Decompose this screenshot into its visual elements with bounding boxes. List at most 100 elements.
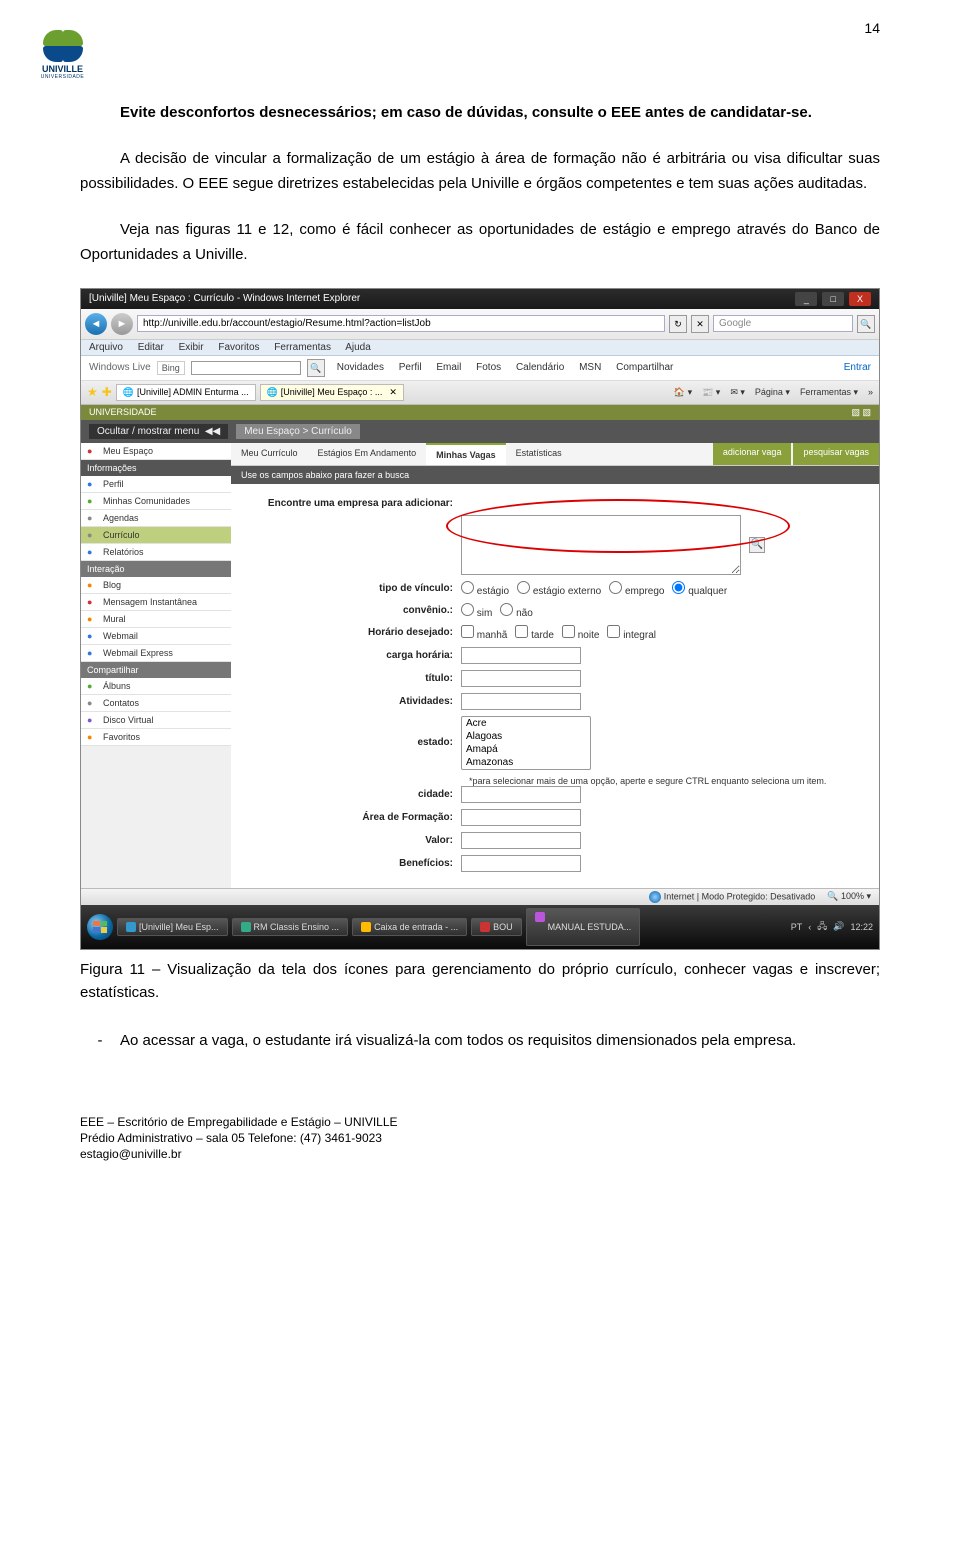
figure-11-caption: Figura 11 – Visualização da tela dos íco… <box>80 958 880 1005</box>
check-manha[interactable]: manhã <box>461 625 507 641</box>
estado-select[interactable]: Acre Alagoas Amapá Amazonas <box>461 716 591 770</box>
menu-exibir[interactable]: Exibir <box>179 342 204 353</box>
tray-chevron-icon[interactable]: ‹ <box>808 922 811 932</box>
sidebar-perfil[interactable]: Perfil <box>81 476 231 493</box>
toolbar-chevron-icon[interactable]: » <box>868 387 873 398</box>
sidebar-mural[interactable]: Mural <box>81 611 231 628</box>
toggle-menu[interactable]: Ocultar / mostrar menu ◀◀ <box>89 424 228 439</box>
adicionar-vaga-button[interactable]: adicionar vaga <box>713 443 792 465</box>
menu-ferramentas[interactable]: Ferramentas <box>274 342 331 353</box>
sidebar-curriculo[interactable]: Currículo <box>81 527 231 544</box>
carga-input[interactable] <box>461 647 581 664</box>
sidebar: Meu Espaço Informações Perfil Minhas Com… <box>81 443 231 888</box>
live-fotos[interactable]: Fotos <box>476 362 501 373</box>
toolbar-feeds-icon[interactable]: 📰 ▾ <box>702 387 720 398</box>
taskbar-btn-3[interactable]: Caixa de entrada - ... <box>352 918 467 936</box>
subtab-estatisticas[interactable]: Estatísticas <box>506 443 572 465</box>
label-titulo: título: <box>261 673 461 684</box>
check-noite[interactable]: noite <box>562 625 599 641</box>
tray-network-icon[interactable]: 🖧 <box>817 919 827 935</box>
minimize-button[interactable]: _ <box>795 292 817 306</box>
bing-label[interactable]: Bing <box>157 361 185 375</box>
label-atividades: Atividades: <box>261 696 461 707</box>
subtab-minhas-vagas[interactable]: Minhas Vagas <box>426 443 506 465</box>
tray-volume-icon[interactable]: 🔊 <box>833 921 844 932</box>
search-go-button[interactable]: 🔍 <box>857 315 875 333</box>
status-zoom[interactable]: 🔍 100% ▾ <box>827 891 871 902</box>
menu-editar[interactable]: Editar <box>138 342 164 353</box>
sidebar-agendas[interactable]: Agendas <box>81 510 231 527</box>
radio-estagio[interactable]: estágio <box>461 581 509 597</box>
live-novidades[interactable]: Novidades <box>337 362 384 373</box>
toolbar-mail-icon[interactable]: ✉ ▾ <box>730 387 745 398</box>
menu-arquivo[interactable]: Arquivo <box>89 342 123 353</box>
radio-qualquer[interactable]: qualquer <box>672 581 727 597</box>
live-compartilhar[interactable]: Compartilhar <box>616 362 673 373</box>
window-buttons[interactable]: _ □ X <box>793 292 871 306</box>
radio-convenio-sim[interactable]: sim <box>461 603 492 619</box>
titulo-input[interactable] <box>461 670 581 687</box>
system-tray[interactable]: PT ‹ 🖧 🔊 12:22 <box>791 919 873 935</box>
sidebar-disco-virtual[interactable]: Disco Virtual <box>81 712 231 729</box>
back-button[interactable]: ◄ <box>85 313 107 335</box>
beneficios-input[interactable] <box>461 855 581 872</box>
footer-line-1: EEE – Escritório de Empregabilidade e Es… <box>80 1114 880 1130</box>
add-favorite-icon[interactable]: ✚ <box>102 385 112 399</box>
stop-button[interactable]: ✕ <box>691 315 709 333</box>
start-button[interactable] <box>87 914 113 940</box>
ie-tab-2[interactable]: 🌐[Univille] Meu Espaço : ...✕ <box>260 384 404 401</box>
sidebar-contatos[interactable]: Contatos <box>81 695 231 712</box>
live-search-input[interactable] <box>191 361 301 375</box>
empresa-input[interactable] <box>461 515 741 575</box>
sidebar-mensagem[interactable]: Mensagem Instantânea <box>81 594 231 611</box>
toolbar-ferramentas[interactable]: Ferramentas ▾ <box>800 387 858 398</box>
valor-input[interactable] <box>461 832 581 849</box>
live-email[interactable]: Email <box>436 362 461 373</box>
check-integral[interactable]: integral <box>607 625 656 641</box>
maximize-button[interactable]: □ <box>822 292 844 306</box>
sidebar-blog[interactable]: Blog <box>81 577 231 594</box>
radio-convenio-nao[interactable]: não <box>500 603 532 619</box>
toolbar-pagina[interactable]: Página ▾ <box>755 387 790 398</box>
sidebar-relatorios[interactable]: Relatórios <box>81 544 231 561</box>
forward-button[interactable]: ► <box>111 313 133 335</box>
url-field[interactable]: http://univille.edu.br/account/estagio/R… <box>137 315 665 332</box>
taskbar-btn-4[interactable]: BOU <box>471 918 522 936</box>
tray-clock[interactable]: 12:22 <box>850 922 873 932</box>
ie-tab-1[interactable]: 🌐[Univille] ADMIN Enturma ... <box>116 384 256 401</box>
taskbar-btn-5[interactable]: MANUAL ESTUDA... <box>526 908 641 946</box>
favorites-icon[interactable]: ★ <box>87 385 98 399</box>
radio-emprego[interactable]: emprego <box>609 581 664 597</box>
search-box[interactable]: Google <box>713 315 853 332</box>
pesquisar-vagas-button[interactable]: pesquisar vagas <box>793 443 879 465</box>
atividades-input[interactable] <box>461 693 581 710</box>
search-empresa-icon[interactable]: 🔍 <box>749 537 765 553</box>
footer-line-3: estagio@univille.br <box>80 1146 880 1162</box>
live-msn[interactable]: MSN <box>579 362 601 373</box>
sidebar-webmail-express[interactable]: Webmail Express <box>81 645 231 662</box>
footer-line-2: Prédio Administrativo – sala 05 Telefone… <box>80 1130 880 1146</box>
taskbar-btn-1[interactable]: [Univille] Meu Esp... <box>117 918 228 936</box>
toolbar-home-icon[interactable]: 🏠 ▾ <box>674 387 692 398</box>
live-entrar[interactable]: Entrar <box>844 362 871 373</box>
live-search-go[interactable]: 🔍 <box>307 359 325 377</box>
radio-estagio-externo[interactable]: estágio externo <box>517 581 601 597</box>
taskbar-btn-2[interactable]: RM Classis Ensino ... <box>232 918 349 936</box>
refresh-button[interactable]: ↻ <box>669 315 687 333</box>
sidebar-favoritos[interactable]: Favoritos <box>81 729 231 746</box>
close-button[interactable]: X <box>849 292 871 306</box>
menu-ajuda[interactable]: Ajuda <box>345 342 371 353</box>
sidebar-albuns[interactable]: Álbuns <box>81 678 231 695</box>
menu-favoritos[interactable]: Favoritos <box>218 342 259 353</box>
check-tarde[interactable]: tarde <box>515 625 554 641</box>
sidebar-meu-espaco[interactable]: Meu Espaço <box>81 443 231 460</box>
live-calendario[interactable]: Calendário <box>516 362 564 373</box>
sidebar-comunidades[interactable]: Minhas Comunidades <box>81 493 231 510</box>
tray-lang[interactable]: PT <box>791 922 803 932</box>
sidebar-webmail[interactable]: Webmail <box>81 628 231 645</box>
live-perfil[interactable]: Perfil <box>399 362 422 373</box>
cidade-input[interactable] <box>461 786 581 803</box>
area-input[interactable] <box>461 809 581 826</box>
subtab-estagios[interactable]: Estágios Em Andamento <box>308 443 427 465</box>
subtab-meu-curriculo[interactable]: Meu Currículo <box>231 443 308 465</box>
